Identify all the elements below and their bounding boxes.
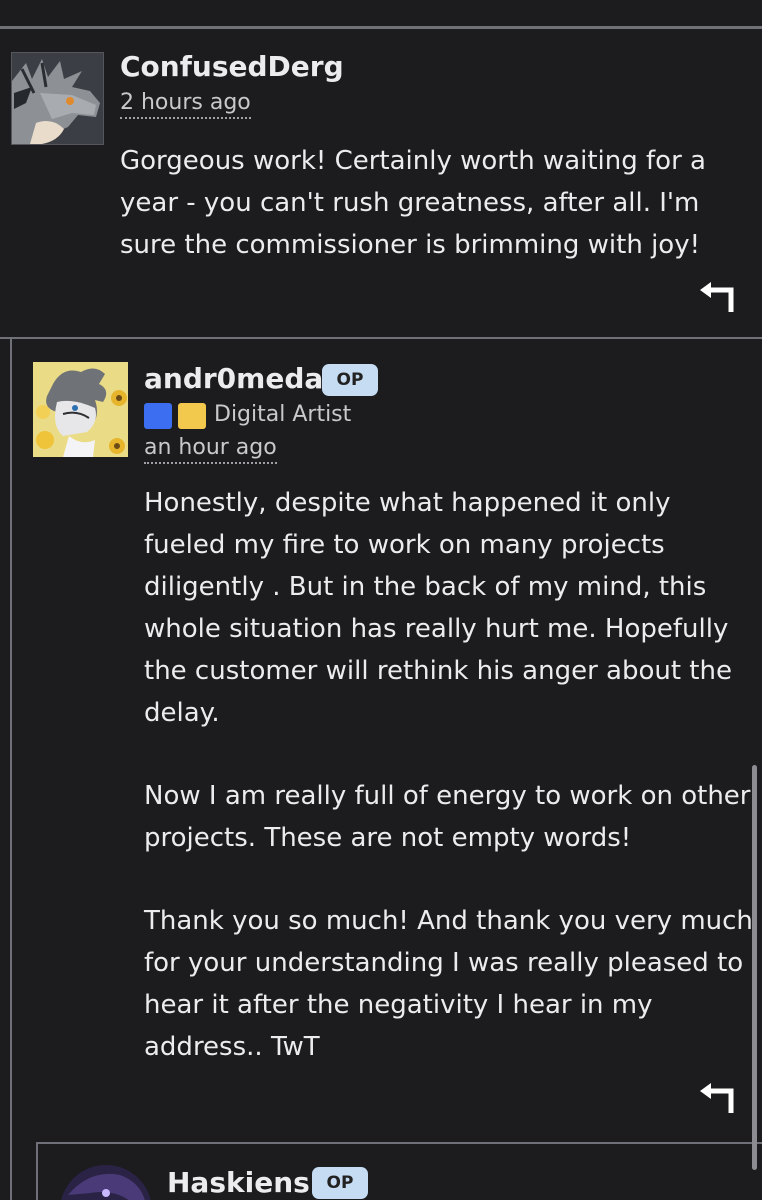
- comment-paragraph: Now I am really full of energy to work o…: [144, 781, 751, 853]
- comment-author[interactable]: andr0meda: [144, 362, 323, 395]
- avatar-andr0meda[interactable]: [33, 362, 128, 457]
- comment-paragraph: Honestly, despite what happened it only …: [144, 488, 732, 728]
- reply-arrow-icon[interactable]: [697, 1081, 737, 1115]
- divider: [36, 1142, 762, 1144]
- yellow-badge-icon: [178, 403, 206, 429]
- op-badge: OP: [322, 364, 378, 396]
- thread-indent-line: [10, 339, 12, 1200]
- comment-body: Gorgeous work! Certainly worth waiting f…: [120, 146, 706, 260]
- divider: [0, 337, 762, 339]
- user-title: Digital Artist: [214, 402, 352, 427]
- divider: [0, 26, 762, 29]
- comment-timestamp[interactable]: 2 hours ago: [120, 90, 251, 119]
- comment-thread: ConfusedDerg 2 hours ago Gorgeous work! …: [0, 0, 762, 1200]
- avatar-haskiens[interactable]: [60, 1165, 152, 1200]
- blue-badge-icon: [144, 403, 172, 429]
- comment-timestamp[interactable]: an hour ago: [144, 435, 277, 464]
- op-badge: OP: [312, 1167, 368, 1199]
- thread-indent-line: [36, 1144, 38, 1200]
- comment-paragraph: Thank you so much! And thank you very mu…: [144, 906, 753, 1062]
- avatar-confusedderg[interactable]: [11, 52, 104, 145]
- reply-arrow-icon[interactable]: [697, 280, 737, 314]
- comment-author[interactable]: Haskiens: [167, 1166, 310, 1199]
- scrollbar[interactable]: [752, 765, 757, 1170]
- comment-author[interactable]: ConfusedDerg: [120, 50, 344, 83]
